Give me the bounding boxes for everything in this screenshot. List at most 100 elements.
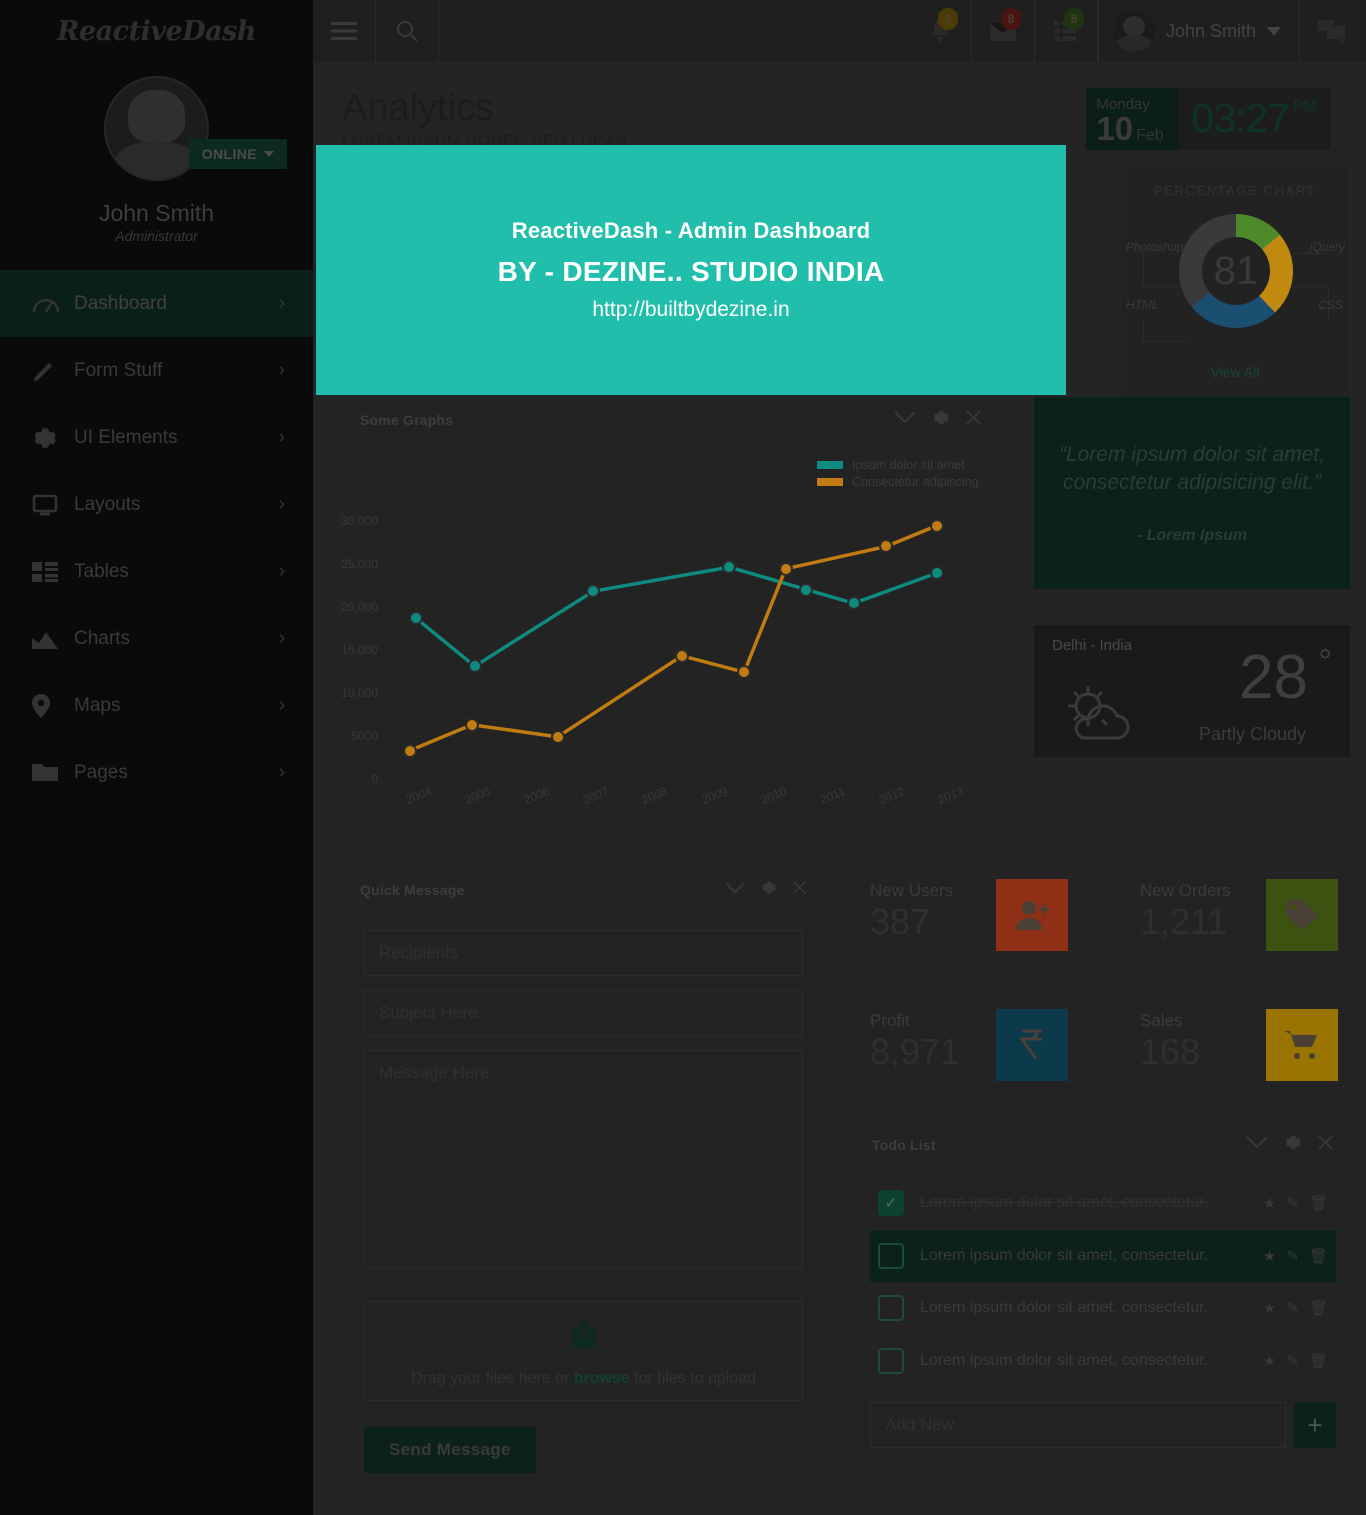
- quick-message-title: Quick Message: [360, 881, 465, 898]
- sidebar-item-label: Form Stuff: [74, 359, 163, 381]
- sidebar-item-label: Tables: [74, 560, 129, 582]
- y-axis-tick: 0: [371, 772, 378, 786]
- sidebar-item-form-stuff[interactable]: Form Stuff ›: [0, 337, 313, 404]
- pencil-icon[interactable]: ✎: [1286, 1299, 1299, 1317]
- sidebar-item-tables[interactable]: Tables ›: [0, 538, 313, 605]
- star-icon[interactable]: ★: [1263, 1299, 1276, 1317]
- todo-checkbox[interactable]: [878, 1295, 904, 1321]
- todo-add-row: +: [870, 1402, 1336, 1448]
- todo-checkbox[interactable]: ✓: [878, 1190, 904, 1216]
- legend-label: Consectetur adipiscing.: [852, 475, 982, 489]
- page-header: Analytics LOREM IPSUM DONEC SED LUCAS Mo…: [313, 62, 1366, 151]
- quick-message-header: Quick Message: [342, 868, 825, 912]
- subject-input[interactable]: [364, 990, 803, 1036]
- online-status-label: ONLINE: [201, 146, 257, 162]
- todo-item[interactable]: ✓ Lorem ipsum dolor sit amet, consectetur…: [870, 1177, 1336, 1230]
- chart-icon: [32, 629, 74, 649]
- sidebar-item-dashboard[interactable]: Dashboard ›: [0, 270, 313, 337]
- sidebar-item-label: Maps: [74, 694, 121, 716]
- sidebar-item-label: Dashboard: [74, 292, 167, 314]
- percentage-value: 81: [1213, 248, 1259, 293]
- trash-icon[interactable]: 🗑: [1309, 1247, 1328, 1265]
- user-menu[interactable]: John Smith: [1097, 0, 1300, 62]
- chart-data-point: [675, 648, 689, 663]
- trash-icon[interactable]: 🗑: [1309, 1194, 1328, 1212]
- stat-card-profit[interactable]: Profit 8,971: [853, 997, 1083, 1102]
- notifications-button[interactable]: 8: [909, 0, 972, 62]
- tag-icon: [1266, 879, 1338, 951]
- chart-plot-area: 0 5000 10,000 15,000 20,000 25,000 30,000 2004 2…: [341, 512, 978, 807]
- trash-icon[interactable]: 🗑: [1309, 1352, 1328, 1370]
- file-dropzone[interactable]: Drag your files here or browse for files…: [364, 1301, 803, 1401]
- todo-item[interactable]: Lorem ipsum dolor sit amet, consectetur.…: [870, 1230, 1336, 1282]
- weather-description: Partly Cloudy: [1198, 724, 1306, 744]
- browse-link[interactable]: browse: [574, 1370, 630, 1387]
- sidebar-item-label: Layouts: [74, 493, 141, 515]
- chevron-down-icon[interactable]: [894, 411, 916, 428]
- messages-button[interactable]: 8: [972, 0, 1035, 62]
- chevron-down-icon[interactable]: [1246, 1136, 1268, 1153]
- clock-date-number: 10: [1096, 110, 1134, 147]
- star-icon[interactable]: ★: [1263, 1194, 1276, 1212]
- x-axis-tick: 2004: [403, 783, 434, 807]
- hamburger-icon[interactable]: [313, 0, 376, 62]
- promo-line-2: BY - DEZINE.. STUDIO INDIA: [497, 256, 885, 287]
- stat-card-new-orders[interactable]: New Orders 1,211: [1123, 867, 1353, 972]
- message-textarea[interactable]: [364, 1050, 803, 1268]
- todo-text: Lorem ipsum dolor sit amet, consectetur.: [920, 1299, 1209, 1316]
- chevron-right-icon: ›: [278, 493, 285, 515]
- donut-label-photoshop: Photoshop: [1126, 240, 1184, 254]
- sidebar-item-ui-elements[interactable]: UI Elements ›: [0, 404, 313, 471]
- pencil-icon[interactable]: ✎: [1286, 1352, 1299, 1370]
- todo-list: ✓ Lorem ipsum dolor sit amet, consectetur…: [870, 1177, 1336, 1388]
- star-icon[interactable]: ★: [1263, 1352, 1276, 1370]
- close-icon[interactable]: [965, 409, 982, 430]
- chevron-down-icon: [264, 151, 274, 157]
- gear-icon[interactable]: [932, 409, 949, 430]
- todo-item[interactable]: Lorem ipsum dolor sit amet, consectetur.…: [870, 1335, 1336, 1388]
- quick-message-body: Drag your files here or browse for files…: [342, 912, 825, 1493]
- gear-icon[interactable]: [1284, 1134, 1301, 1155]
- dropzone-text-after: for files to upload: [629, 1369, 757, 1387]
- stat-card-new-users[interactable]: New Users 387: [853, 867, 1083, 972]
- todo-checkbox[interactable]: [878, 1348, 904, 1374]
- chevron-down-icon[interactable]: [725, 881, 745, 898]
- pencil-icon[interactable]: ✎: [1286, 1194, 1299, 1212]
- graphs-panel-title: Some Graphs: [360, 411, 454, 428]
- weather-degree-symbol: °: [1318, 643, 1332, 681]
- chat-bubbles-icon[interactable]: [1300, 0, 1366, 62]
- send-message-button[interactable]: Send Message: [364, 1427, 536, 1473]
- online-status-badge[interactable]: ONLINE: [188, 139, 287, 169]
- view-all-link[interactable]: View All: [1121, 358, 1349, 380]
- sidebar-item-maps[interactable]: Maps ›: [0, 672, 313, 739]
- plus-icon[interactable]: +: [1294, 1402, 1336, 1448]
- trash-icon[interactable]: 🗑: [1309, 1299, 1328, 1317]
- sidebar-item-charts[interactable]: Charts ›: [0, 605, 313, 672]
- chart-gridline: [386, 779, 978, 780]
- stat-card-sales[interactable]: Sales 168: [1123, 997, 1353, 1102]
- todo-add-input[interactable]: [870, 1402, 1286, 1448]
- sidebar-item-pages[interactable]: Pages ›: [0, 739, 313, 806]
- upload-icon: [564, 1315, 604, 1360]
- close-icon[interactable]: [792, 880, 807, 899]
- chart-data-point: [402, 743, 417, 758]
- chevron-right-icon: ›: [278, 359, 285, 381]
- speedometer-icon: [32, 293, 74, 315]
- promo-line-3[interactable]: http://builtbydezine.in: [592, 298, 789, 322]
- weather-city: Delhi - India: [1052, 637, 1133, 654]
- shopping-cart-icon: [1266, 1009, 1338, 1081]
- todo-checkbox[interactable]: [878, 1243, 904, 1269]
- chart-data-point: [464, 717, 479, 732]
- brand-logo[interactable]: ReactiveDash: [0, 0, 313, 62]
- todo-item[interactable]: Lorem ipsum dolor sit amet, consectetur.…: [870, 1282, 1336, 1335]
- page-title: Analytics: [342, 87, 495, 129]
- pencil-icon[interactable]: ✎: [1286, 1247, 1299, 1265]
- recipients-input[interactable]: [364, 930, 803, 976]
- search-icon[interactable]: [376, 0, 439, 62]
- legend-label: Ipsum dolor sit amet: [852, 458, 965, 472]
- gear-icon[interactable]: [761, 880, 776, 899]
- sidebar-item-layouts[interactable]: Layouts ›: [0, 471, 313, 538]
- tasks-button[interactable]: 8: [1035, 0, 1098, 62]
- close-icon[interactable]: [1317, 1134, 1334, 1155]
- star-icon[interactable]: ★: [1263, 1247, 1276, 1265]
